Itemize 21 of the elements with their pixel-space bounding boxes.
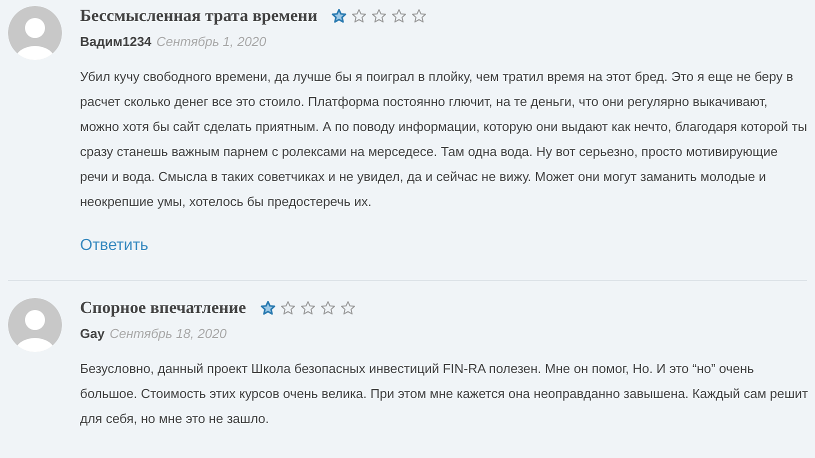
- review-text: Безусловно, данный проект Школа безопасных инвестиций FIN-RA полезен. Мне он помог, Но. И это “но” очень большое. Стоимость этих курсов очень велика. При этом мне кажется она неоправданно завышена. Каждый сам решит для себя, но мне это не зашло.: [80, 360, 808, 428]
- avatar-icon: [8, 298, 62, 352]
- star-icon: [331, 8, 348, 24]
- star-icon: [280, 300, 296, 316]
- star-icon: [391, 8, 408, 24]
- review-date: Сентябрь 18, 2020: [110, 324, 227, 343]
- review-title: Бессмысленная трата времени: [80, 5, 318, 27]
- star-icon: [340, 300, 356, 316]
- avatar-icon: [8, 6, 62, 60]
- review-author: Вадим1234: [80, 32, 152, 51]
- star-icon: [260, 300, 276, 316]
- star-icon: [371, 8, 388, 24]
- review-title: Спорное впечатление: [80, 297, 246, 319]
- review-author: Gay: [80, 324, 105, 343]
- star-icon: [351, 8, 368, 24]
- review-text: Убил кучу свободного времени, да лучше бы я поиграл в плойку, чем тратил время на этот бред. Это я еще не беру в расчет сколько денег все это стоило. Платформа постоянно глючит, на те деньги, что они регулярно выкачивают, можно хотя бы сайт сделать приятным. А по поводу информации, которую они выдают как нечто, благодаря которой ты сразу станешь важным парнем с ролексами на мерседесе. Там одна вода. Ну вот серьезно, просто мотивирующие речи и вода. Смысла в таких советчиках и не увидел, да и сейчас не вижу. Может они могут заманить молодые и неокрепшие умы, хотелось бы предостеречь их.: [80, 68, 808, 211]
- star-icon: [320, 300, 336, 316]
- reply-link[interactable]: Ответить: [80, 234, 148, 258]
- star-icon: [300, 300, 316, 316]
- review-date: Сентябрь 1, 2020: [156, 32, 266, 51]
- star-icon: [411, 8, 428, 24]
